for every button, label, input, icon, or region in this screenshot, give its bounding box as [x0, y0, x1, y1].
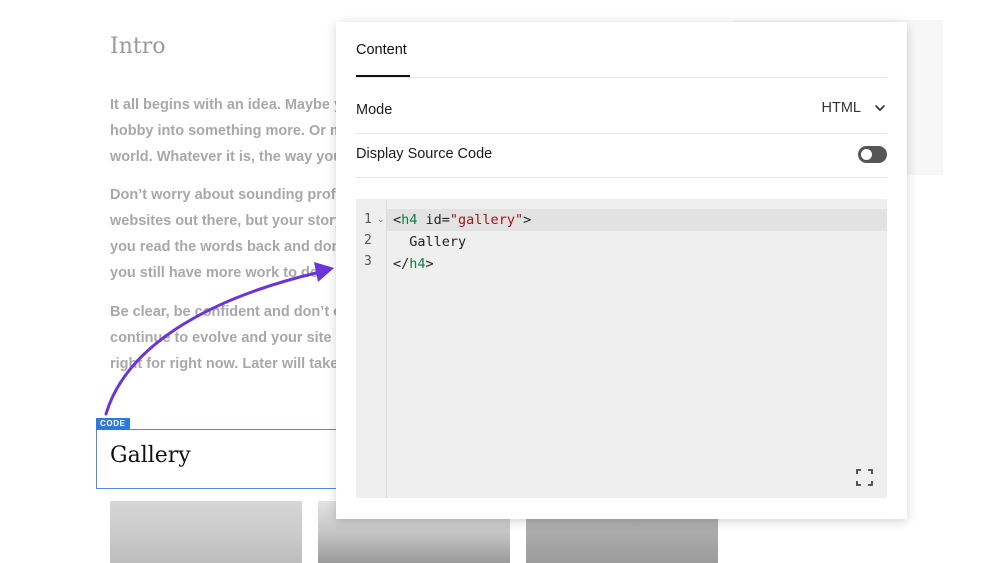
display-source-code-label: Display Source Code — [356, 146, 493, 162]
line-number: 3 — [364, 254, 372, 269]
display-source-code-toggle[interactable] — [858, 146, 887, 163]
paragraph-line: world. Whatever it is, the way you — [110, 149, 343, 165]
line-number-gutter: 1 ⌄ 2 3 — [356, 199, 387, 498]
tab-content[interactable]: Content — [356, 42, 407, 58]
fold-chevron-icon[interactable]: ⌄ — [377, 215, 385, 225]
paragraph-line: It all begins with an idea. Maybe y — [110, 97, 343, 113]
row-divider — [356, 177, 887, 178]
paragraph-3: Be clear, be confident and don’t o contin… — [110, 299, 350, 377]
chevron-down-icon — [875, 105, 885, 111]
paragraph-line: Don’t worry about sounding profe — [110, 187, 344, 203]
code-line-1[interactable]: <h4 id="gallery"> — [393, 212, 531, 228]
paragraph-line: you still have more work to do. — [110, 265, 323, 281]
gallery-heading: Gallery — [110, 443, 191, 468]
line-number: 1 — [364, 212, 372, 227]
code-line-2[interactable]: Gallery — [393, 234, 466, 250]
paragraph-line: hobby into something more. Or m — [110, 123, 343, 139]
gallery-image-1[interactable] — [110, 501, 302, 563]
line-number: 2 — [364, 233, 372, 248]
code-editor[interactable]: 1 ⌄ 2 3 <h4 id="gallery"> Gallery </h4> — [356, 199, 887, 498]
code-block-settings-panel: Content Mode HTML Display Source Code 1 … — [336, 22, 907, 519]
tab-divider — [356, 77, 887, 78]
paragraph-line: websites out there, but your story — [110, 213, 343, 229]
code-block-tag: CODE — [96, 418, 130, 430]
paragraph-line: you read the words back and don — [110, 239, 341, 255]
expand-icon[interactable] — [856, 469, 873, 486]
paragraph-1: It all begins with an idea. Maybe y hobby… — [110, 92, 350, 170]
toggle-knob — [861, 149, 872, 160]
row-divider — [356, 133, 887, 134]
paragraph-line: right for right now. Later will take — [110, 356, 339, 372]
intro-heading: Intro — [110, 34, 166, 59]
paragraph-line: continue to evolve and your site c — [110, 330, 344, 346]
paragraph-2: Don’t worry about sounding profe websites… — [110, 182, 350, 286]
mode-select[interactable]: HTML — [822, 100, 887, 116]
mode-value: HTML — [821, 100, 861, 116]
code-line-3[interactable]: </h4> — [393, 256, 434, 272]
paragraph-line: Be clear, be confident and don’t o — [110, 304, 343, 320]
mode-label: Mode — [356, 102, 393, 118]
